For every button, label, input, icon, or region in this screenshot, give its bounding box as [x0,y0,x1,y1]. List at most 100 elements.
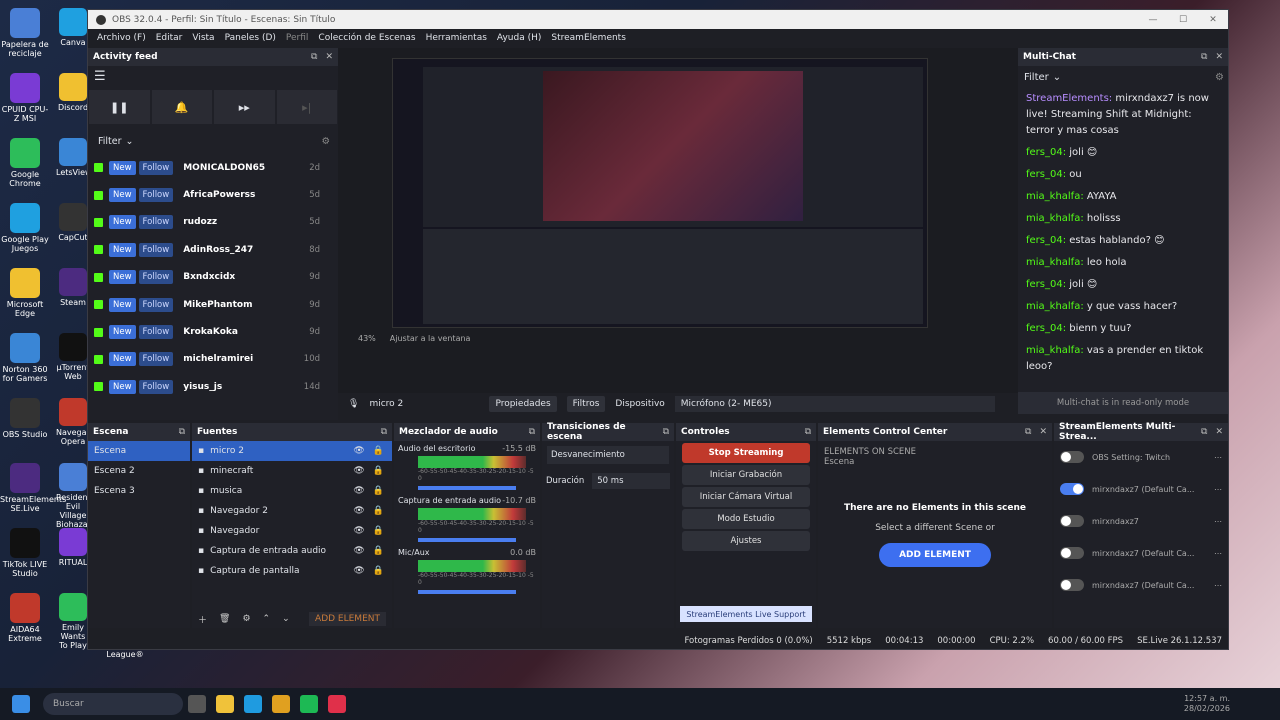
lock-icon[interactable]: 🔒 [373,506,384,516]
gear-icon[interactable]: ⚙ [1215,72,1224,83]
edge-icon[interactable] [244,695,262,713]
transition-select[interactable]: Desvanecimiento [547,446,669,464]
stream-toggle[interactable] [1060,515,1084,527]
close-icon[interactable]: ✕ [1039,427,1047,437]
menu-file[interactable]: Archivo (F) [92,33,151,43]
up-icon[interactable]: ⌃ [263,614,271,624]
duration-input[interactable]: 50 ms [592,473,670,489]
source-item[interactable]: ▪ Captura de entrada audio 👁 🔒 [192,541,392,561]
desktop-icon[interactable]: µTorrent Web [56,333,90,381]
zoom-fit-select[interactable]: Ajustar a la ventana [390,334,471,343]
lock-icon[interactable]: 🔒 [373,466,384,476]
folder-icon[interactable] [216,695,234,713]
menu-view[interactable]: Vista [187,33,219,43]
eye-icon[interactable]: 👁 [353,566,364,576]
lock-icon[interactable]: 🔒 [373,446,384,456]
menu-tools[interactable]: Herramientas [421,33,492,43]
start-recording-button[interactable]: Iniciar Grabación [682,465,810,485]
menu-scene-collection[interactable]: Colección de Escenas [313,33,420,43]
settings-button[interactable]: Ajustes [682,531,810,551]
undock-icon[interactable]: ⧉ [1201,427,1207,437]
more-icon[interactable]: ⋯ [1214,581,1222,590]
eye-icon[interactable]: 👁 [353,546,364,556]
source-item[interactable]: ▪ micro 2 👁 🔒 [192,441,392,461]
virtual-camera-button[interactable]: Iniciar Cámara Virtual [682,487,810,507]
stop-streaming-button[interactable]: Stop Streaming [682,443,810,463]
undock-icon[interactable]: ⧉ [805,427,811,437]
lock-icon[interactable]: 🔒 [373,546,384,556]
eye-icon[interactable]: 👁 [353,466,364,476]
source-item[interactable]: ▪ Navegador 2 👁 🔒 [192,501,392,521]
undock-icon[interactable]: ⧉ [1201,52,1207,62]
stream-toggle[interactable] [1060,579,1084,591]
close-icon[interactable]: ✕ [1198,15,1228,25]
desktop-icon[interactable]: RITUAL [56,528,90,567]
scene-item[interactable]: Escena [88,441,190,461]
desktop-icon[interactable]: Navegador Opera [56,398,90,446]
eye-icon[interactable]: 👁 [353,506,364,516]
minimize-icon[interactable]: — [1138,15,1168,25]
chrome-icon[interactable] [272,695,290,713]
desktop-icon[interactable]: CPUID CPU-Z MSI [0,73,50,123]
more-icon[interactable]: ⋯ [1214,453,1222,462]
menu-streamelements[interactable]: StreamElements [546,33,631,43]
desktop-icon[interactable]: Canva [56,8,90,47]
stream-toggle[interactable] [1060,483,1084,495]
undock-icon[interactable]: ⧉ [529,427,535,437]
desktop-icon[interactable]: CapCut [56,203,90,242]
volume-slider[interactable] [418,538,516,542]
menu-docks[interactable]: Paneles (D) [220,33,281,43]
obs-taskbar-icon[interactable] [188,695,206,713]
spotify-icon[interactable] [300,695,318,713]
desktop-icon[interactable]: Norton 360 for Gamers [0,333,50,383]
skip-icon[interactable]: ▸▸ [214,90,275,124]
windows-start-icon[interactable] [12,695,30,713]
down-icon[interactable]: ⌄ [282,614,290,624]
desktop-icon[interactable]: Steam [56,268,90,307]
studio-mode-button[interactable]: Modo Estudio [682,509,810,529]
close-icon[interactable]: ✕ [1215,52,1223,62]
eye-icon[interactable]: 👁 [353,526,364,536]
gear-icon[interactable]: ⚙ [321,136,330,147]
scene-item[interactable]: Escena 3 [88,481,190,501]
pause-icon[interactable]: ❚❚ [89,90,150,124]
menu-help[interactable]: Ayuda (H) [492,33,546,43]
desktop-icon[interactable]: AIDA64 Extreme [0,593,50,643]
desktop-icon[interactable]: LetsView [56,138,90,177]
eye-icon[interactable]: 👁 [353,486,364,496]
ecc-add-button[interactable]: ADD ELEMENT [879,543,991,567]
eye-icon[interactable]: 👁 [353,446,364,456]
music-icon[interactable] [328,695,346,713]
more-icon[interactable]: ⋯ [1214,485,1222,494]
undock-icon[interactable]: ⧉ [1025,427,1031,437]
undock-icon[interactable]: ⧉ [311,52,317,62]
properties-button[interactable]: Propiedades [489,396,557,412]
menu-profile[interactable]: Perfil [281,33,314,43]
trash-icon[interactable]: 🗑 [219,614,230,624]
live-support-button[interactable]: StreamElements Live Support [680,606,812,622]
desktop-icon-label[interactable]: League® [100,650,150,659]
maximize-icon[interactable]: ☐ [1168,15,1198,25]
multichat-filter[interactable]: Filter [1024,72,1049,83]
more-icon[interactable]: ⋯ [1214,517,1222,526]
undock-icon[interactable]: ⧉ [663,427,669,437]
desktop-icon[interactable]: OBS Studio [0,398,50,439]
undock-icon[interactable]: ⧉ [381,427,387,437]
device-select[interactable]: Micrófono (2- ME65) [674,396,995,412]
source-item[interactable]: ▪ musica 👁 🔒 [192,481,392,501]
desktop-icon[interactable]: Resident Evil Village Biohazard [56,463,90,529]
lock-icon[interactable]: 🔒 [373,526,384,536]
lock-icon[interactable]: 🔒 [373,486,384,496]
desktop-icon[interactable]: Google Chrome [0,138,50,188]
source-item[interactable]: ▪ Captura de pantalla 👁 🔒 [192,561,392,581]
desktop-icon[interactable]: Emily Wants To Play [56,593,90,650]
hamburger-icon[interactable]: ☰ [88,66,338,86]
add-source-icon[interactable]: ＋ [198,613,207,626]
close-icon[interactable]: ✕ [325,52,333,62]
desktop-icon[interactable]: TikTok LIVE Studio [0,528,50,578]
lock-icon[interactable]: 🔒 [373,566,384,576]
more-icon[interactable]: ⋯ [1214,549,1222,558]
undock-icon[interactable]: ⧉ [179,427,185,437]
taskbar-search[interactable]: Buscar [43,693,183,715]
volume-slider[interactable] [418,590,516,594]
